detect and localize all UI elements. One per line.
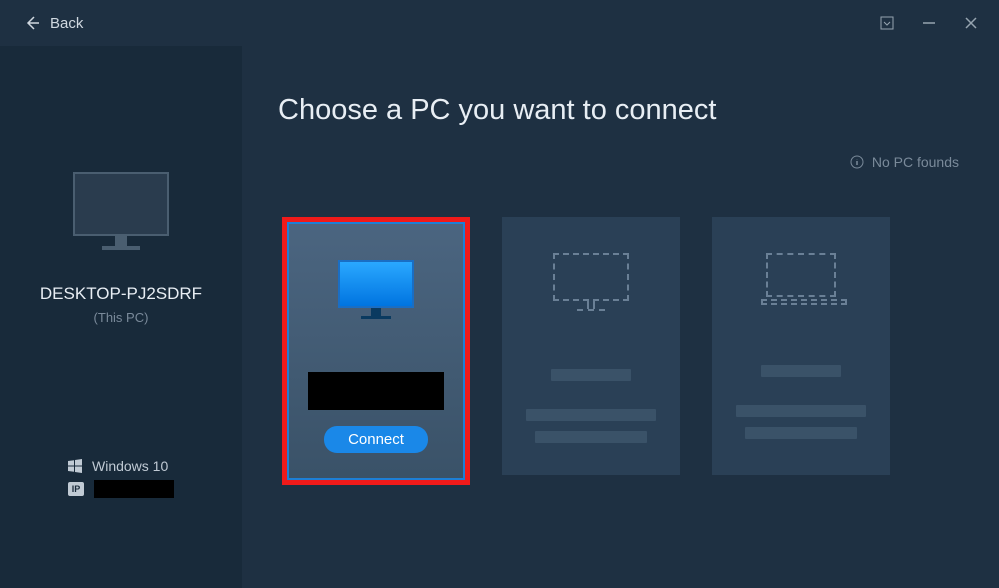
pc-monitor-icon [338,260,414,324]
ip-badge-icon: IP [68,482,84,496]
page-title: Choose a PC you want to connect [278,94,999,127]
sidebar: DESKTOP-PJ2SDRF (This PC) Windows 10 IP [0,46,242,588]
back-label: Back [50,15,83,32]
status-row: No PC founds [850,154,959,170]
placeholder-line [535,431,647,443]
pc-card-row: Connect [282,217,999,485]
back-button[interactable]: Back [24,15,83,32]
this-pc-name: DESKTOP-PJ2SDRF [40,284,202,304]
close-button[interactable] [963,15,979,31]
minimize-icon [922,16,936,30]
windows-logo-icon [68,459,82,473]
placeholder-line [761,365,841,377]
connect-button[interactable]: Connect [324,426,428,453]
ip-row: IP [68,480,242,498]
os-label: Windows 10 [92,458,168,474]
ip-value-redacted [94,480,174,498]
placeholder-line [745,427,857,439]
highlighted-card-frame: Connect [282,217,470,485]
dropdown-button[interactable] [879,15,895,31]
close-icon [964,16,978,30]
sidebar-info: Windows 10 IP [0,458,242,498]
content-panel: Choose a PC you want to connect No PC fo… [242,46,999,588]
placeholder-monitor-icon [553,253,629,313]
info-icon [850,155,864,169]
placeholder-laptop-icon [761,253,841,309]
dropdown-icon [880,16,894,30]
pc-card-placeholder [502,217,680,475]
window-controls [879,15,979,31]
pc-card-placeholder [712,217,890,475]
arrow-left-icon [24,15,40,31]
os-row: Windows 10 [68,458,242,474]
minimize-button[interactable] [921,15,937,31]
placeholder-line [551,369,631,381]
status-text: No PC founds [872,154,959,170]
pc-name-redacted [308,372,444,410]
pc-card-active[interactable]: Connect [287,222,465,480]
this-pc-icon [73,172,169,252]
placeholder-line [526,409,656,421]
titlebar: Back [0,0,999,46]
main-area: DESKTOP-PJ2SDRF (This PC) Windows 10 IP … [0,46,999,588]
placeholder-line [736,405,866,417]
this-pc-sublabel: (This PC) [94,310,149,325]
